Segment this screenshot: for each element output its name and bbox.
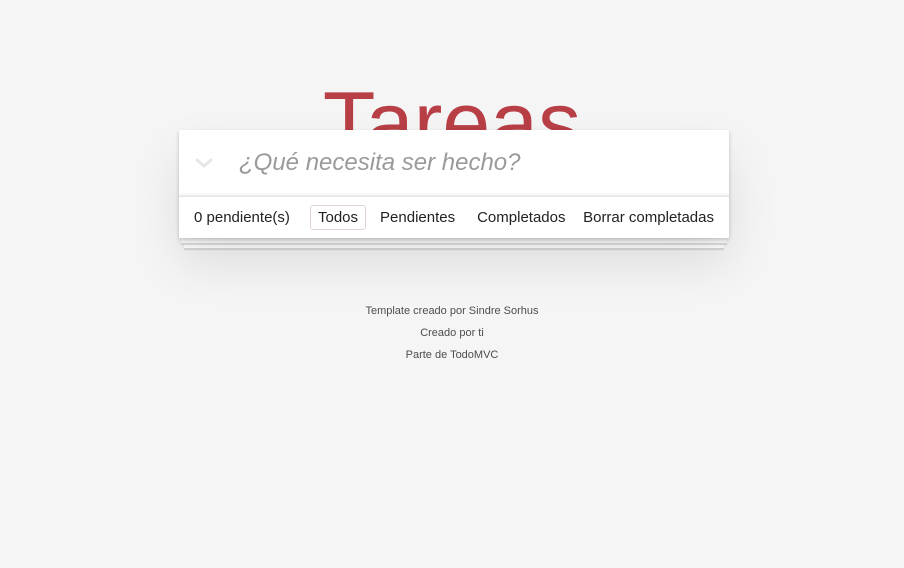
todo-card: 0 pendiente(s) Todos Pendientes Completa… xyxy=(179,130,729,238)
new-todo-input[interactable] xyxy=(239,130,709,195)
todo-app: 0 pendiente(s) Todos Pendientes Completa… xyxy=(179,130,729,249)
info-credit-author: Creado por ti xyxy=(420,327,484,339)
clear-completed-button[interactable]: Borrar completadas xyxy=(583,209,714,226)
filter-item: Completados xyxy=(469,205,573,230)
filter-item: Pendientes xyxy=(372,205,463,230)
chevron-down-icon[interactable] xyxy=(193,152,215,174)
filter-item: Todos xyxy=(310,205,367,230)
info-credit-todomvc: Parte de TodoMVC xyxy=(405,349,499,361)
filters: Todos Pendientes Completados xyxy=(307,205,576,230)
todo-app-page: Tareas 0 pendiente(s) Todos xyxy=(0,0,904,568)
filter-todos[interactable]: Todos xyxy=(310,205,367,230)
new-todo-row xyxy=(179,130,729,196)
info-footer: Template creado por Sindre Sorhus Creado… xyxy=(0,300,904,366)
info-credit-template: Template creado por Sindre Sorhus xyxy=(365,305,539,317)
filter-pendientes[interactable]: Pendientes xyxy=(372,205,463,230)
filter-completados[interactable]: Completados xyxy=(469,205,573,230)
todo-footer: 0 pendiente(s) Todos Pendientes Completa… xyxy=(179,196,729,238)
pending-count: 0 pendiente(s) xyxy=(194,209,290,226)
